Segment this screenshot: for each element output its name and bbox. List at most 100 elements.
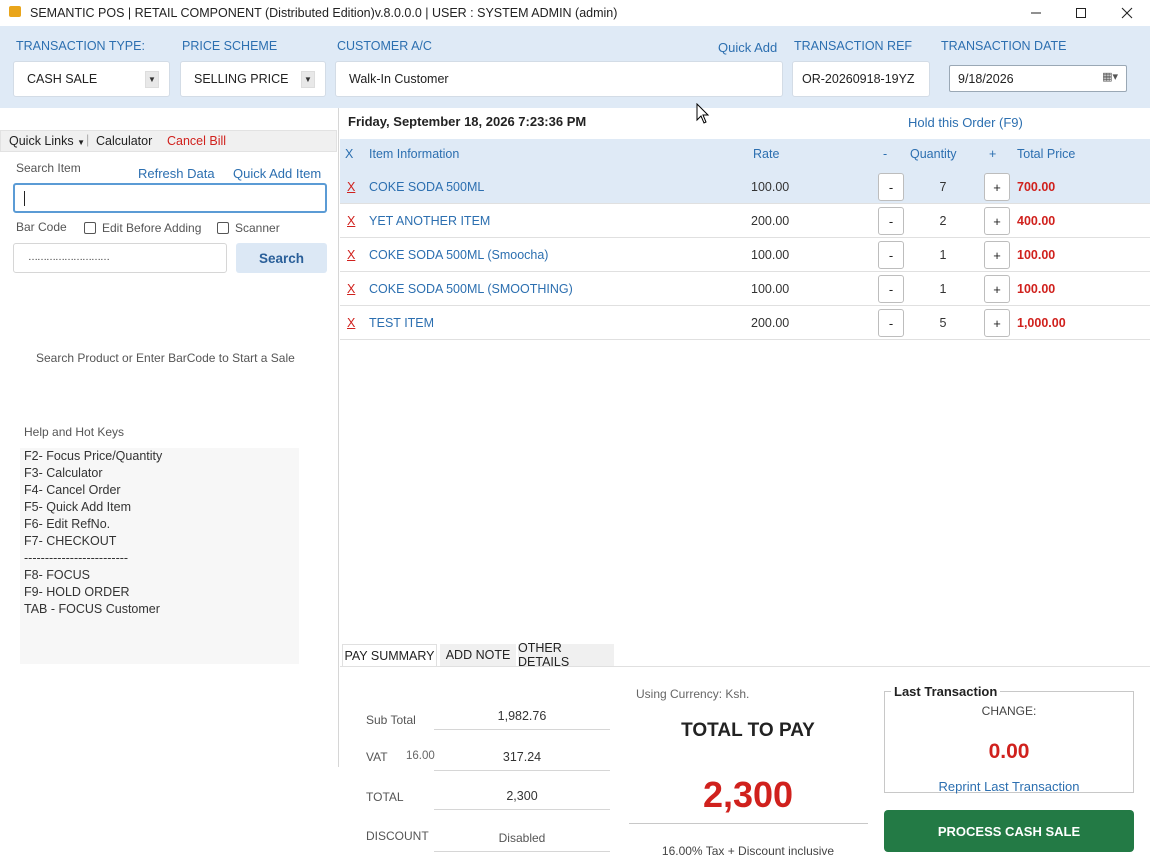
chevron-down-icon: ▼ [301, 71, 315, 88]
item-rate: 100.00 [751, 248, 790, 262]
search-item-label: Search Item [16, 161, 81, 175]
divider [629, 823, 868, 824]
remove-item-button[interactable]: X [347, 248, 355, 262]
transaction-ref-label: TRANSACTION REF [794, 39, 913, 53]
checkbox-icon [217, 222, 229, 234]
edit-before-adding-checkbox[interactable]: Edit Before Adding [84, 221, 201, 235]
transaction-type-select[interactable]: CASH SALE ▼ [13, 61, 170, 97]
process-cash-sale-button[interactable]: PROCESS CASH SALE [884, 810, 1134, 852]
decrease-qty-button[interactable]: - [878, 241, 904, 269]
decrease-qty-button[interactable]: - [878, 207, 904, 235]
table-row[interactable]: X COKE SODA 500ML (Smoocha) 100.00 - 1 +… [340, 238, 1150, 272]
decrease-qty-button[interactable]: - [878, 173, 904, 201]
increase-qty-button[interactable]: + [984, 309, 1010, 337]
subtotal-label: Sub Total [366, 713, 416, 727]
help-line: F4- Cancel Order [24, 483, 121, 497]
help-line: F7- CHECKOUT [24, 534, 117, 548]
item-rate: 200.00 [751, 214, 790, 228]
transaction-date-value: 9/18/2026 [958, 71, 1014, 86]
scanner-label: Scanner [235, 221, 280, 235]
item-total: 400.00 [1017, 214, 1056, 228]
item-rate: 100.00 [751, 180, 790, 194]
scanner-checkbox[interactable]: Scanner [217, 221, 280, 235]
last-transaction-box: Last Transaction CHANGE: 0.00 Reprint La… [884, 684, 1134, 794]
help-line: ------------------------- [24, 551, 129, 565]
remove-item-button[interactable]: X [347, 180, 355, 194]
quick-add-item-link[interactable]: Quick Add Item [233, 166, 321, 181]
transaction-date-picker[interactable]: 9/18/2026 ▦▾ [949, 65, 1127, 92]
quick-links-menu[interactable]: Quick Links ▼ [9, 134, 85, 148]
increase-qty-button[interactable]: + [984, 275, 1010, 303]
transaction-type-label: TRANSACTION TYPE: [16, 39, 145, 53]
price-scheme-label: PRICE SCHEME [182, 39, 278, 53]
tax-note: 16.00% Tax + Discount inclusive [661, 844, 835, 858]
tab-other-details[interactable]: OTHER DETAILS [518, 641, 614, 669]
item-rate: 100.00 [751, 282, 790, 296]
table-row[interactable]: X COKE SODA 500ML 100.00 - 7 + 700.00 [340, 170, 1150, 204]
customer-input[interactable]: Walk-In Customer [335, 61, 783, 97]
search-button[interactable]: Search [236, 243, 327, 273]
item-name: TEST ITEM [369, 316, 435, 330]
minimize-button[interactable] [1013, 0, 1059, 26]
divider: | [86, 133, 90, 147]
mouse-cursor-icon [696, 103, 710, 124]
currency-label: Using Currency: Ksh. [636, 687, 750, 701]
hold-order-link[interactable]: Hold this Order (F9) [908, 115, 1023, 130]
help-line: TAB - FOCUS Customer [24, 602, 160, 616]
tab-add-note[interactable]: ADD NOTE [440, 644, 516, 666]
barcode-input[interactable]: ……………………… [13, 243, 227, 273]
left-panel: Quick Links ▼ | Calculator Cancel Bill S… [0, 108, 339, 767]
current-datetime: Friday, September 18, 2026 7:23:36 PM [348, 114, 587, 129]
close-button[interactable] [1104, 0, 1150, 26]
search-input[interactable] [13, 183, 327, 213]
chevron-down-icon: ▼ [77, 138, 86, 147]
transaction-ref-value: OR-20260918-19YZ [802, 72, 915, 86]
price-scheme-select[interactable]: SELLING PRICE ▼ [180, 61, 326, 97]
col-rate: Rate [753, 147, 780, 161]
table-row[interactable]: X YET ANOTHER ITEM 200.00 - 2 + 400.00 [340, 204, 1150, 238]
discount-value: Disabled [434, 831, 610, 852]
item-quantity[interactable]: 1 [923, 248, 963, 262]
table-row[interactable]: X TEST ITEM 200.00 - 5 + 1,000.00 [340, 306, 1150, 340]
help-hotkeys-box: F2- Focus Price/Quantity F3- Calculator … [20, 448, 299, 664]
edit-before-adding-label: Edit Before Adding [102, 221, 202, 235]
quick-add-customer-link[interactable]: Quick Add [718, 40, 777, 55]
customer-label: CUSTOMER A/C [337, 39, 432, 53]
transaction-ref-field[interactable]: OR-20260918-19YZ [792, 61, 930, 97]
refresh-data-link[interactable]: Refresh Data [138, 166, 215, 181]
item-quantity[interactable]: 1 [923, 282, 963, 296]
quick-links-label: Quick Links [9, 134, 74, 148]
remove-item-button[interactable]: X [347, 282, 355, 296]
item-quantity[interactable]: 7 [923, 180, 963, 194]
remove-item-button[interactable]: X [347, 316, 355, 330]
total-label: TOTAL [366, 790, 404, 804]
reprint-last-transaction-link[interactable]: Reprint Last Transaction [885, 779, 1133, 794]
item-quantity[interactable]: 2 [923, 214, 963, 228]
remove-item-button[interactable]: X [347, 214, 355, 228]
col-minus: - [883, 147, 888, 161]
help-line: F8- FOCUS [24, 568, 90, 582]
search-hint: Search Product or Enter BarCode to Start… [36, 351, 295, 365]
price-scheme-value: SELLING PRICE [194, 72, 289, 86]
calculator-link[interactable]: Calculator [96, 134, 152, 148]
quick-links-bar: Quick Links ▼ | Calculator Cancel Bill [0, 130, 337, 152]
increase-qty-button[interactable]: + [984, 207, 1010, 235]
tab-pay-summary[interactable]: PAY SUMMARY [342, 644, 437, 666]
col-plus: + [989, 147, 997, 161]
increase-qty-button[interactable]: + [984, 241, 1010, 269]
table-row[interactable]: X COKE SODA 500ML (SMOOTHING) 100.00 - 1… [340, 272, 1150, 306]
maximize-button[interactable] [1058, 0, 1104, 26]
item-quantity[interactable]: 5 [923, 316, 963, 330]
decrease-qty-button[interactable]: - [878, 275, 904, 303]
calendar-icon[interactable]: ▦▾ [1102, 70, 1118, 83]
text-cursor [24, 191, 25, 206]
transaction-type-value: CASH SALE [27, 72, 98, 86]
grid-header: X Item Information Rate - Quantity + Tot… [340, 139, 1150, 170]
help-line: F2- Focus Price/Quantity [24, 449, 163, 463]
item-total: 100.00 [1017, 248, 1056, 262]
decrease-qty-button[interactable]: - [878, 309, 904, 337]
increase-qty-button[interactable]: + [984, 173, 1010, 201]
last-transaction-title: Last Transaction [891, 684, 1001, 699]
cancel-bill-link[interactable]: Cancel Bill [167, 134, 226, 148]
item-name: COKE SODA 500ML (Smoocha) [369, 248, 549, 262]
